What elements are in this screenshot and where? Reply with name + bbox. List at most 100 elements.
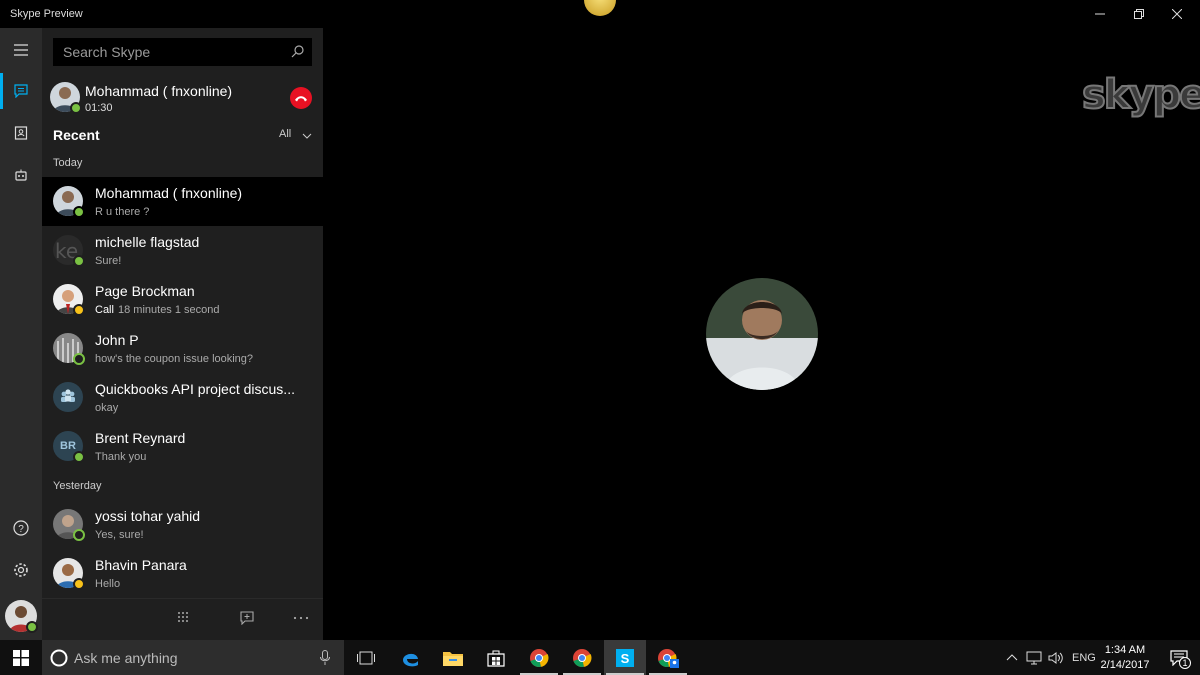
- search-icon[interactable]: [290, 43, 306, 59]
- gear-icon: [14, 563, 28, 577]
- contacts-icon: [14, 126, 28, 140]
- rail-contacts[interactable]: [0, 113, 42, 153]
- clock-time: 1:34 AM: [1104, 644, 1146, 656]
- taskbar-chrome-profile[interactable]: [647, 640, 689, 675]
- taskbar-skype[interactable]: S: [604, 640, 646, 675]
- chrome-icon: [573, 648, 592, 667]
- contact-name: Bhavin Panara: [95, 557, 187, 573]
- cortana-icon: [50, 649, 68, 667]
- action-center-button[interactable]: 1: [1158, 640, 1200, 675]
- taskbar-chrome-1[interactable]: [518, 640, 560, 675]
- nav-rail: ?: [0, 28, 42, 640]
- skype-window: Skype Preview ? Search Skype Mohammad (…: [0, 0, 1200, 640]
- message-preview: okay: [95, 402, 119, 414]
- edge-icon: [403, 653, 418, 666]
- active-call-name: Mohammad ( fnxonline): [85, 83, 233, 99]
- dialpad-icon[interactable]: [177, 611, 189, 625]
- close-button[interactable]: [1154, 0, 1200, 28]
- menu-button[interactable]: [0, 30, 42, 70]
- task-view-button[interactable]: [345, 640, 387, 675]
- rail-bots[interactable]: [0, 155, 42, 195]
- windows-logo-icon: [13, 649, 29, 666]
- window-title: Skype Preview: [10, 8, 83, 20]
- search-input[interactable]: Search Skype: [53, 38, 312, 66]
- network-icon[interactable]: [1026, 651, 1042, 665]
- taskbar-edge[interactable]: [389, 640, 431, 675]
- start-button[interactable]: [0, 640, 42, 675]
- restore-icon: [1134, 9, 1144, 19]
- message-preview: Sure!: [95, 255, 122, 267]
- my-status-badge: [26, 621, 38, 633]
- status-badge: [73, 255, 85, 267]
- taskbar-clock[interactable]: 1:34 AM 2/14/2017: [1095, 643, 1155, 673]
- status-badge: [70, 102, 82, 114]
- skype-icon: S: [616, 648, 634, 667]
- system-tray: ENG: [1006, 640, 1096, 675]
- conversation-item[interactable]: ke michelle flagstad Sure!: [42, 226, 323, 275]
- message-preview: 18 minutes 1 second: [118, 304, 220, 316]
- help-icon: ?: [13, 520, 29, 536]
- section-yesterday: Yesterday: [53, 480, 102, 492]
- hang-up-button[interactable]: [290, 87, 312, 109]
- section-today: Today: [53, 157, 83, 169]
- taskbar-store[interactable]: [475, 640, 517, 675]
- conversation-item[interactable]: Page Brockman Call 18 minutes 1 second: [42, 275, 323, 324]
- microphone-icon[interactable]: [320, 650, 330, 666]
- panel-bottom-bar: [42, 598, 323, 640]
- status-badge: [73, 304, 85, 316]
- group-avatar: [53, 382, 83, 412]
- close-icon: [1172, 9, 1182, 19]
- new-chat-icon[interactable]: [240, 611, 254, 625]
- chrome-icon: [658, 648, 679, 668]
- contact-name: michelle flagstad: [95, 234, 200, 250]
- contact-name: Quickbooks API project discus...: [95, 381, 295, 397]
- conversation-item[interactable]: yossi tohar yahid Yes, sure!: [42, 500, 323, 549]
- contact-name: yossi tohar yahid: [95, 508, 201, 524]
- recent-filter[interactable]: All: [279, 128, 291, 140]
- chrome-icon: [530, 648, 549, 667]
- conversation-item[interactable]: Quickbooks API project discus... okay: [42, 373, 323, 422]
- bot-icon: [15, 169, 27, 181]
- taskbar-file-explorer[interactable]: [432, 640, 474, 675]
- hamburger-icon: [14, 44, 28, 56]
- callee-avatar: [706, 278, 818, 390]
- group-icon: [61, 389, 75, 402]
- call-duration: 01:30: [85, 102, 113, 114]
- contact-name: Brent Reynard: [95, 430, 186, 446]
- skype-logo: skype: [1081, 71, 1200, 119]
- settings-button[interactable]: [0, 550, 42, 590]
- cortana-search-box[interactable]: Ask me anything: [42, 640, 344, 675]
- rail-chats[interactable]: [0, 71, 42, 111]
- profile-button[interactable]: [0, 595, 42, 637]
- status-badge: [73, 529, 85, 541]
- call-label: Call: [95, 304, 114, 316]
- conversation-item[interactable]: Mohammad ( fnxonline) R u there ?: [42, 177, 323, 226]
- message-preview: Yes, sure!: [95, 529, 144, 541]
- language-indicator[interactable]: ENG: [1072, 652, 1096, 664]
- taskbar-chrome-2[interactable]: [561, 640, 603, 675]
- more-options-icon[interactable]: [293, 616, 309, 620]
- notification-count: 1: [1179, 657, 1191, 669]
- conversation-item[interactable]: John P how's the coupon issue looking?: [42, 324, 323, 373]
- conversation-item[interactable]: Bhavin Panara Hello: [42, 549, 323, 598]
- folder-icon: [443, 651, 463, 666]
- title-bar: Skype Preview: [0, 0, 1200, 28]
- cortana-placeholder: Ask me anything: [74, 650, 178, 666]
- status-badge: [73, 451, 85, 463]
- active-call-row[interactable]: Mohammad ( fnxonline) 01:30: [42, 78, 323, 122]
- conversation-item[interactable]: BR Brent Reynard Thank you: [42, 422, 323, 471]
- volume-icon[interactable]: [1048, 651, 1064, 665]
- recent-heading: Recent: [53, 127, 100, 143]
- message-preview: how's the coupon issue looking?: [95, 353, 254, 365]
- contact-name: Page Brockman: [95, 283, 195, 299]
- status-badge: [73, 353, 85, 365]
- svg-text:?: ?: [18, 524, 24, 535]
- help-button[interactable]: ?: [0, 508, 42, 548]
- message-preview: Thank you: [95, 451, 147, 463]
- search-placeholder: Search Skype: [63, 44, 151, 60]
- minimize-icon: [1095, 13, 1105, 15]
- contact-name: John P: [95, 332, 139, 348]
- chevron-up-icon[interactable]: [1006, 653, 1018, 663]
- chevron-down-icon[interactable]: [302, 131, 312, 141]
- clock-date: 2/14/2017: [1100, 659, 1150, 671]
